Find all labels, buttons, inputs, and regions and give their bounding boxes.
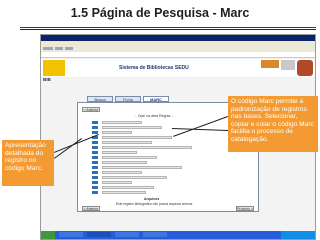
taskbar-item[interactable] <box>143 232 167 237</box>
marc-value[interactable] <box>102 176 167 179</box>
forward-button[interactable] <box>55 47 63 50</box>
title-divider-shadow <box>20 29 316 30</box>
callout-record-detail: Apresentação detalhada do registro no có… <box>2 140 54 186</box>
mascot-icon <box>297 60 313 76</box>
marc-tag <box>92 146 98 149</box>
marc-tag <box>92 166 98 169</box>
marc-field-row <box>92 191 212 194</box>
marc-value[interactable] <box>102 136 172 139</box>
marc-field-row <box>92 121 212 124</box>
marc-value[interactable] <box>102 146 192 149</box>
logo-label: BIB <box>43 77 51 82</box>
marc-value[interactable] <box>102 186 154 189</box>
marc-value[interactable] <box>102 156 157 159</box>
marc-field-row <box>92 181 212 184</box>
partner-logo <box>261 60 279 68</box>
taskbar-item[interactable] <box>87 232 111 237</box>
marc-value[interactable] <box>102 161 147 164</box>
next-button-bottom[interactable]: Próximo > <box>236 206 254 211</box>
marc-field-row <box>92 171 212 174</box>
refresh-button[interactable] <box>65 47 73 50</box>
marc-field-row <box>92 151 212 154</box>
marc-value[interactable] <box>102 181 132 184</box>
marc-value[interactable] <box>102 141 152 144</box>
library-logo <box>43 60 65 76</box>
marc-field-row <box>92 136 212 139</box>
address-bar[interactable] <box>41 52 315 58</box>
marc-tag <box>92 191 98 194</box>
marc-tag <box>92 181 98 184</box>
marc-value[interactable] <box>102 191 146 194</box>
callout-marc-info: O código Marc permite a padronização de … <box>228 96 318 152</box>
marc-value[interactable] <box>102 131 132 134</box>
taskbar-item[interactable] <box>115 232 139 237</box>
marc-value[interactable] <box>102 126 162 129</box>
marc-value[interactable] <box>102 151 137 154</box>
start-button[interactable] <box>41 231 55 239</box>
taskbar-item[interactable] <box>59 232 83 237</box>
system-title: Sistema de Bibliotecas SEDU <box>119 65 189 71</box>
partner-logo-2 <box>281 60 295 70</box>
marc-tag <box>92 151 98 154</box>
marc-value[interactable] <box>102 171 142 174</box>
marc-tag <box>92 176 98 179</box>
title-divider <box>20 27 316 28</box>
attachments-note: Este registro bibliográfico não possui a… <box>116 202 194 206</box>
back-button[interactable] <box>43 47 53 50</box>
windows-taskbar <box>41 231 315 239</box>
marc-tag <box>92 161 98 164</box>
marc-tag <box>92 121 98 124</box>
marc-field-row <box>92 176 212 179</box>
attachments-heading: Arquivos <box>144 197 160 201</box>
marc-tag <box>92 186 98 189</box>
marc-field-row <box>92 166 212 169</box>
previous-button-bottom[interactable]: < Anterior <box>82 206 100 211</box>
marc-field-row <box>92 186 212 189</box>
marc-field-row <box>92 156 212 159</box>
previous-button[interactable]: < Anterior <box>82 107 100 112</box>
marc-field-row <box>92 131 212 134</box>
marc-tag <box>92 126 98 129</box>
marc-field-row <box>92 146 212 149</box>
marc-value[interactable] <box>102 166 182 169</box>
marc-tag <box>92 171 98 174</box>
marc-value[interactable] <box>102 121 142 124</box>
marc-tag <box>92 141 98 144</box>
slide-title: 1.5 Página de Pesquisa - Marc <box>70 6 250 20</box>
system-tray <box>281 231 315 239</box>
marc-tag <box>92 156 98 159</box>
marc-field-row <box>92 141 212 144</box>
record-caption: ... Ops! na área Regras ... <box>134 114 175 118</box>
marc-field-row <box>92 161 212 164</box>
